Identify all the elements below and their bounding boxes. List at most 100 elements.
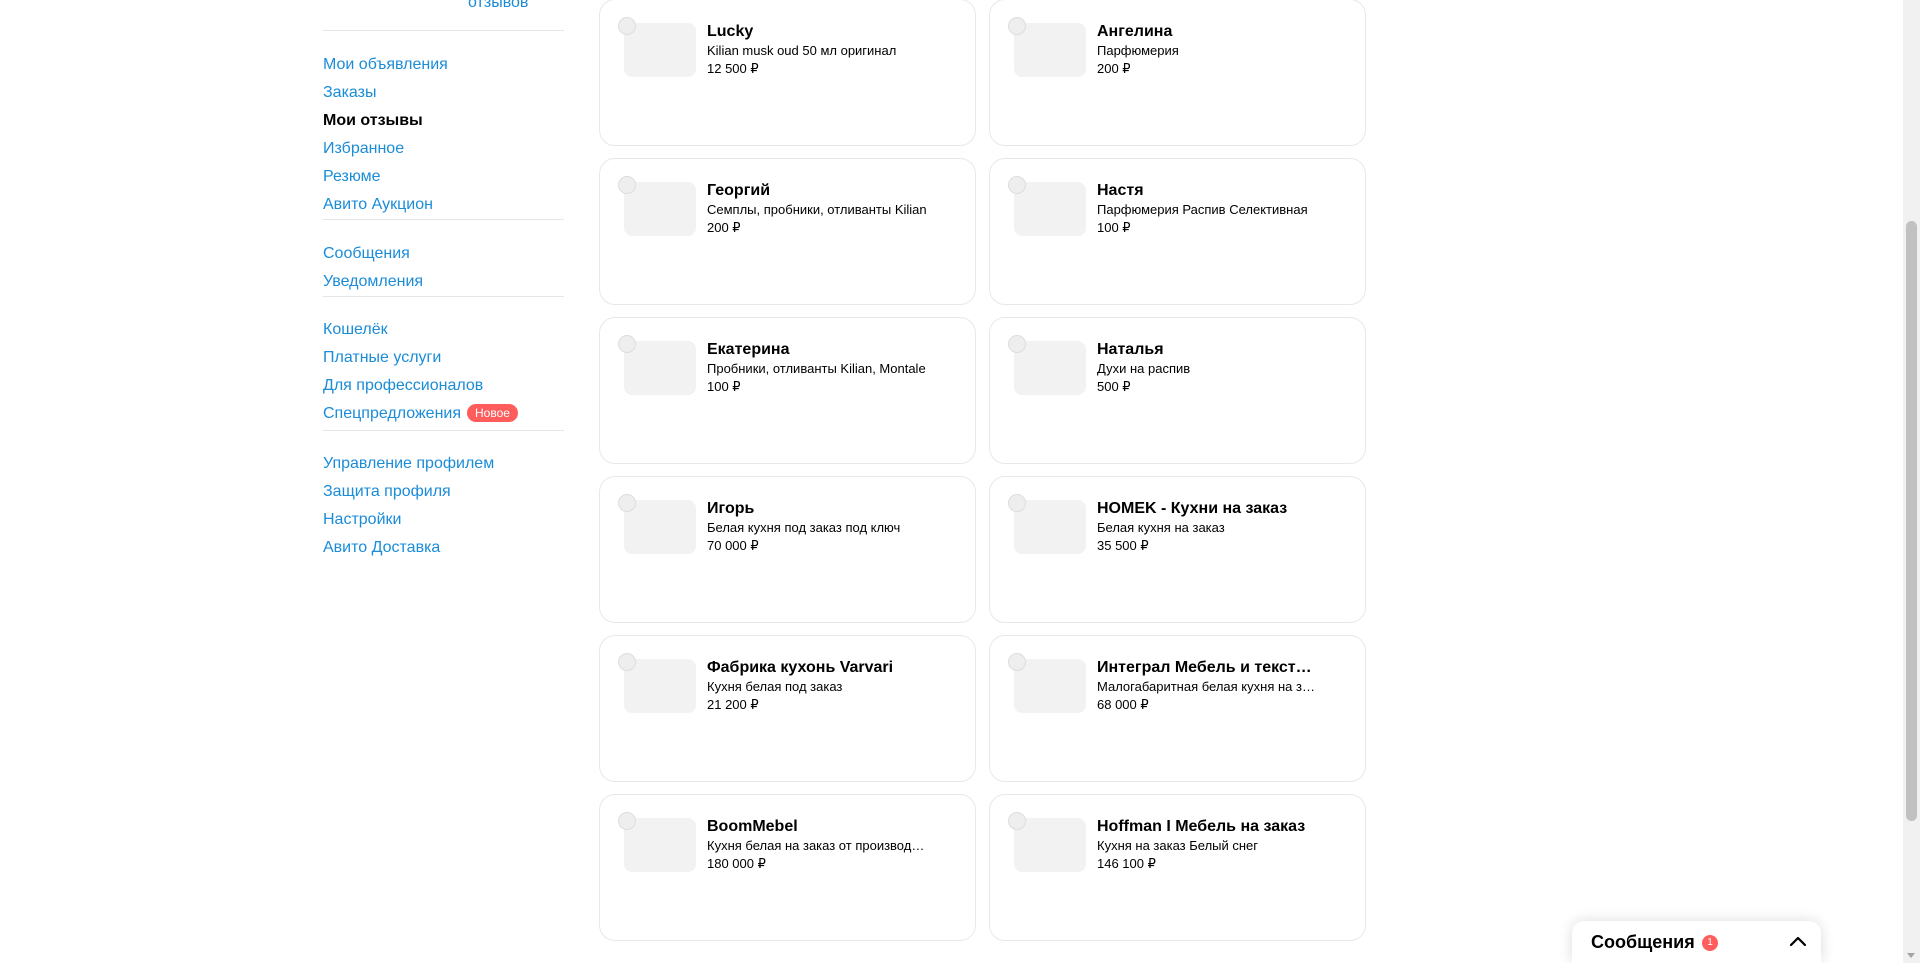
sidebar-item[interactable]: Авито Аукцион xyxy=(323,195,433,215)
review-card[interactable]: BoomMebel Кухня белая на заказ от произво… xyxy=(599,794,976,941)
card-info: Lucky Kilian musk oud 50 мл оригинал 12 50… xyxy=(707,22,927,78)
sidebar-item-label: Спецпредложения xyxy=(323,405,461,422)
sidebar-item[interactable]: Сообщения xyxy=(323,244,410,264)
sidebar-item-label: Управление профилем xyxy=(323,455,495,472)
sidebar-item-label: Заказы xyxy=(323,84,377,101)
item-title: Белая кухня на заказ xyxy=(1097,520,1225,535)
item-price: 200 ₽ xyxy=(707,220,741,235)
seller-avatar xyxy=(618,335,636,353)
item-price: 21 200 ₽ xyxy=(707,697,759,712)
card-info: HOMEK - Кухни на заказ Белая кухня на зак… xyxy=(1097,499,1317,555)
seller-name: Наталья xyxy=(1097,341,1164,358)
sidebar-item-label: Сообщения xyxy=(323,245,410,262)
card-info: Екатерина Пробники, отливанты Kilian, Mon… xyxy=(707,340,927,396)
item-title: Кухня белая под заказ xyxy=(707,679,843,694)
card-info: Интеграл Мебель и текстиль Малогабаритная… xyxy=(1097,658,1317,714)
item-title: Kilian musk oud 50 мл оригинал xyxy=(707,43,897,58)
sidebar-divider xyxy=(323,296,564,297)
sidebar-divider xyxy=(323,430,564,431)
item-price: 35 500 ₽ xyxy=(1097,538,1149,553)
seller-avatar xyxy=(618,176,636,194)
sidebar-item[interactable]: Спецпредложения Новое xyxy=(323,404,518,424)
review-card[interactable]: Интеграл Мебель и текстиль Малогабаритная… xyxy=(989,635,1366,782)
review-card[interactable]: Георгий Семплы, пробники, отливанты Kilia… xyxy=(599,158,976,305)
item-thumbnail xyxy=(1014,341,1086,395)
reviews-count-link[interactable]: отзывов xyxy=(468,0,528,12)
sidebar-item[interactable]: Мои отзывы xyxy=(323,111,423,131)
seller-name: Lucky xyxy=(707,23,754,40)
sidebar-item[interactable]: Для профессионалов xyxy=(323,376,483,396)
review-card[interactable]: Екатерина Пробники, отливанты Kilian, Mon… xyxy=(599,317,976,464)
chevron-up-icon[interactable] xyxy=(1789,934,1807,948)
sidebar-item-label: Для профессионалов xyxy=(323,377,484,394)
item-thumbnail xyxy=(624,23,696,77)
item-thumbnail xyxy=(624,500,696,554)
review-card[interactable]: HOMEK - Кухни на заказ Белая кухня на зак… xyxy=(989,476,1366,623)
seller-name: Фабрика кухонь Varvari xyxy=(707,659,894,676)
sidebar-item[interactable]: Заказы xyxy=(323,83,376,103)
seller-avatar xyxy=(1008,494,1026,512)
seller-avatar xyxy=(618,17,636,35)
sidebar-item[interactable]: Мои объявления xyxy=(323,55,448,75)
sidebar-item[interactable]: Кошелёк xyxy=(323,320,388,340)
sidebar-item[interactable]: Платные услуги xyxy=(323,348,441,368)
item-thumbnail xyxy=(1014,818,1086,872)
review-card[interactable]: Ангелина Парфюмерия 200 ₽ xyxy=(989,0,1366,146)
sidebar-item[interactable]: Резюме xyxy=(323,167,381,187)
item-title: Парфюмерия Распив Селективная xyxy=(1097,202,1308,217)
sidebar-item-label: Избранное xyxy=(323,140,405,157)
item-thumbnail xyxy=(624,341,696,395)
item-price: 200 ₽ xyxy=(1097,61,1131,76)
sidebar-item-label: Уведомления xyxy=(323,273,424,290)
item-title: Белая кухня под заказ под ключ xyxy=(707,520,901,535)
scrollbar-thumb[interactable] xyxy=(1906,221,1917,821)
item-price: 100 ₽ xyxy=(1097,220,1131,235)
review-card[interactable]: Игорь Белая кухня под заказ под ключ 70 00… xyxy=(599,476,976,623)
card-info: Игорь Белая кухня под заказ под ключ 70 00… xyxy=(707,499,927,555)
review-card[interactable]: Lucky Kilian musk oud 50 мл оригинал 12 50… xyxy=(599,0,976,146)
unread-count-badge: 1 xyxy=(1702,935,1718,951)
review-card[interactable]: Фабрика кухонь Varvari Кухня белая под за… xyxy=(599,635,976,782)
seller-name: Настя xyxy=(1097,182,1144,199)
item-title: Семплы, пробники, отливанты Kilian xyxy=(707,202,927,217)
seller-name: Ангелина xyxy=(1097,23,1173,40)
sidebar-item[interactable]: Защита профиля xyxy=(323,482,451,502)
item-thumbnail xyxy=(624,659,696,713)
item-thumbnail xyxy=(1014,23,1086,77)
card-info: Наталья Духи на распив 500 ₽ xyxy=(1097,340,1317,396)
sidebar-item-label: Настройки xyxy=(323,511,402,528)
item-price: 146 100 ₽ xyxy=(1097,856,1156,871)
review-card[interactable]: Наталья Духи на распив 500 ₽ xyxy=(989,317,1366,464)
seller-avatar xyxy=(618,653,636,671)
sidebar-item[interactable]: Управление профилем xyxy=(323,454,494,474)
item-thumbnail xyxy=(624,182,696,236)
item-price: 12 500 ₽ xyxy=(707,61,759,76)
seller-name: Георгий xyxy=(707,182,771,199)
card-info: Фабрика кухонь Varvari Кухня белая под за… xyxy=(707,658,927,714)
page-scrollbar[interactable] xyxy=(1903,0,1920,963)
sidebar-item[interactable]: Уведомления xyxy=(323,272,423,292)
sidebar-item-label: Платные услуги xyxy=(323,349,442,366)
item-price: 100 ₽ xyxy=(707,379,741,394)
sidebar-item[interactable]: Авито Доставка xyxy=(323,538,440,558)
seller-avatar xyxy=(1008,335,1026,353)
review-card[interactable]: Hoffman I Мебель на заказ Кухня на заказ … xyxy=(989,794,1366,941)
sidebar-item[interactable]: Настройки xyxy=(323,510,401,530)
sidebar-item-label: Авито Аукцион xyxy=(323,196,433,213)
sidebar-item-label: Кошелёк xyxy=(323,321,388,338)
item-title: Кухня на заказ Белый снег xyxy=(1097,838,1259,853)
messages-widget[interactable]: Сообщения 1 xyxy=(1572,921,1821,963)
seller-name: Екатерина xyxy=(707,341,790,358)
review-card[interactable]: Настя Парфюмерия Распив Селективная 100 ₽ xyxy=(989,158,1366,305)
sidebar-item-label: Резюме xyxy=(323,168,381,185)
sidebar-item[interactable]: Избранное xyxy=(323,139,404,159)
seller-avatar xyxy=(1008,653,1026,671)
item-thumbnail xyxy=(624,818,696,872)
sidebar-divider xyxy=(323,30,564,31)
seller-name: BoomMebel xyxy=(707,818,798,835)
item-price: 180 000 ₽ xyxy=(707,856,766,871)
seller-avatar xyxy=(1008,176,1026,194)
scroll-down-arrow-icon[interactable] xyxy=(1907,953,1915,958)
profile-summary: отзывов xyxy=(323,0,564,18)
item-title: Кухня белая на заказ от производителя xyxy=(707,838,927,853)
